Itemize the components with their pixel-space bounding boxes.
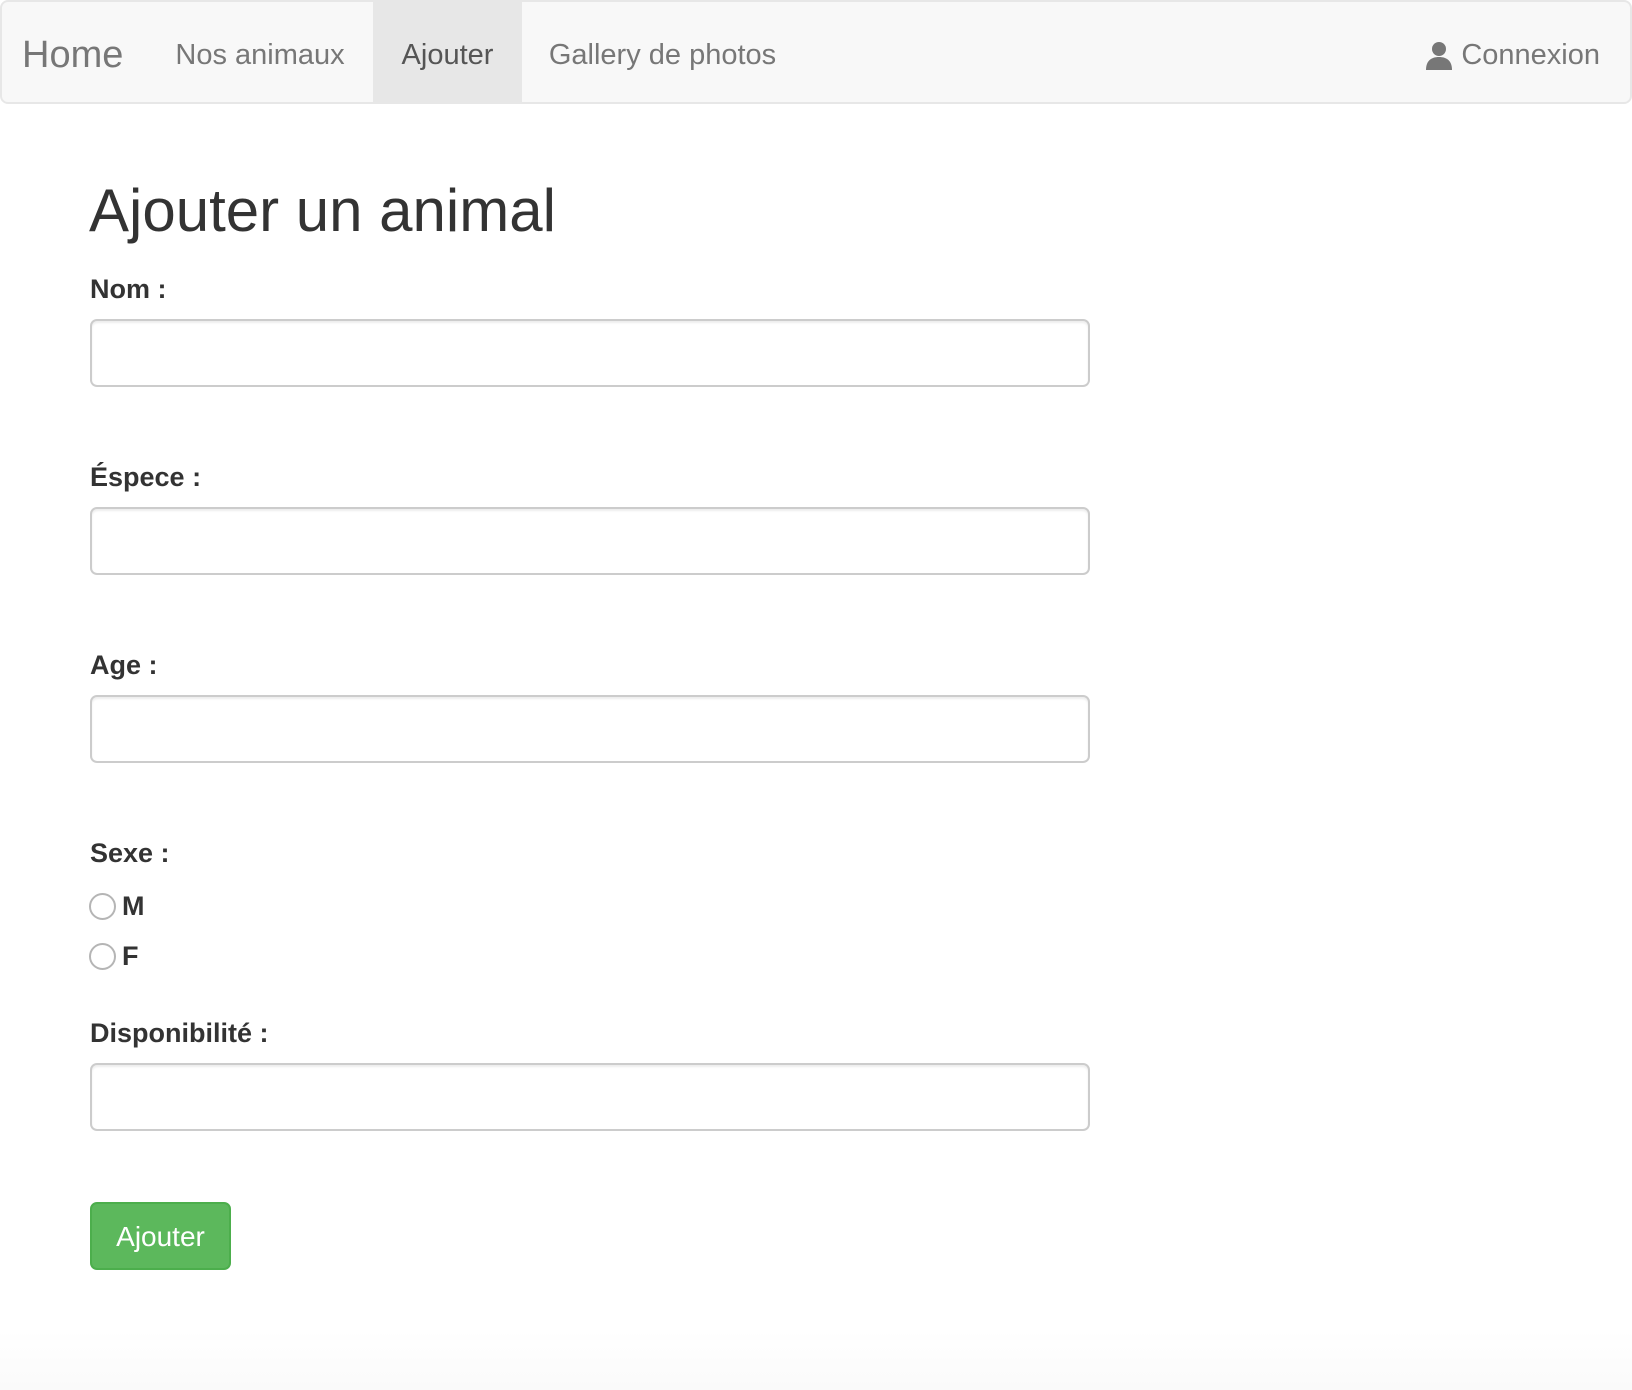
espece-label: Éspece : <box>90 462 202 492</box>
radio-label-f: F <box>122 941 139 971</box>
nom-input[interactable] <box>90 319 1090 387</box>
espece-input[interactable] <box>90 507 1090 575</box>
age-label: Age : <box>90 650 158 680</box>
age-input[interactable] <box>90 695 1090 763</box>
user-icon <box>1426 42 1453 70</box>
nav-item-gallery[interactable]: Gallery de photos <box>522 2 803 102</box>
sexe-radio-f[interactable]: F <box>89 941 139 972</box>
page-title: Ajouter un animal <box>89 177 556 244</box>
navbar: Home Nos animaux Ajouter Gallery de phot… <box>0 0 1632 104</box>
nav-connexion-link[interactable]: Connexion <box>1425 2 1600 102</box>
sexe-label: Sexe : <box>90 838 170 868</box>
nav-item-ajouter[interactable]: Ajouter <box>373 2 522 102</box>
sexe-radio-m[interactable]: M <box>89 891 145 922</box>
nav-item-nos-animaux[interactable]: Nos animaux <box>151 2 369 102</box>
ajouter-submit-button[interactable]: Ajouter <box>90 1202 231 1270</box>
radio-button-m[interactable] <box>89 893 116 920</box>
disponibilite-label: Disponibilité : <box>90 1018 269 1048</box>
radio-button-f[interactable] <box>89 943 116 970</box>
nav-brand-home[interactable]: Home <box>22 2 123 102</box>
nom-label: Nom : <box>90 274 167 304</box>
radio-label-m: M <box>122 891 145 921</box>
page-bottom-edge <box>0 1330 1632 1390</box>
disponibilite-input[interactable] <box>90 1063 1090 1131</box>
nav-connexion-label: Connexion <box>1461 38 1600 71</box>
